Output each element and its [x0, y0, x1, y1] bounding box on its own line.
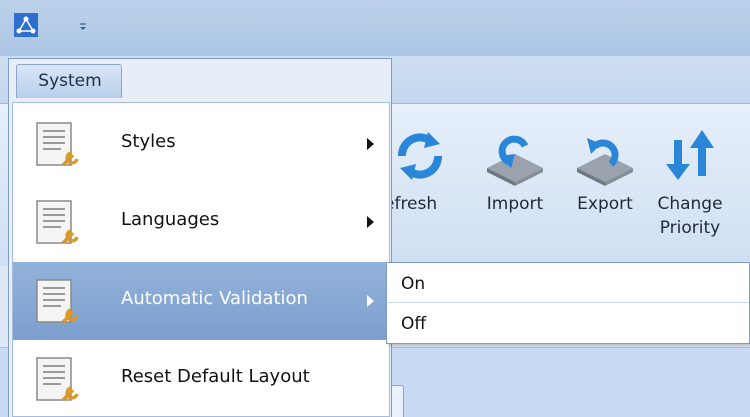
change-priority-button[interactable]: Change Priority	[650, 104, 730, 266]
automatic-validation-submenu: On Off	[386, 262, 750, 344]
title-bar	[0, 0, 750, 56]
system-tab-label: System	[38, 71, 102, 91]
system-menu-list: Styles Languages Automatic Validation Re…	[12, 102, 390, 417]
menu-item-label: Automatic Validation	[121, 288, 308, 309]
change-priority-icon	[666, 130, 714, 180]
system-tab[interactable]: System	[16, 64, 122, 98]
import-button[interactable]: Import	[475, 104, 555, 266]
submenu-arrow-icon	[367, 216, 374, 228]
settings-document-icon	[36, 200, 79, 245]
import-icon	[487, 135, 543, 186]
app-logo-icon[interactable]	[14, 13, 38, 37]
refresh-label: efresh	[384, 194, 438, 214]
submenu-arrow-icon	[367, 138, 374, 150]
submenu-item-label: On	[401, 274, 426, 294]
export-label: Export	[577, 194, 633, 214]
submenu-item-label: Off	[401, 314, 427, 334]
menu-item-label: Reset Default Layout	[121, 366, 310, 387]
submenu-item-off[interactable]: Off	[387, 305, 749, 343]
change-priority-label-line2: Priority	[659, 218, 721, 238]
import-label: Import	[486, 194, 544, 214]
refresh-button[interactable]: efresh	[380, 104, 460, 266]
menu-item-label: Styles	[121, 131, 176, 152]
settings-document-icon	[36, 357, 79, 402]
change-priority-label-line1: Change	[657, 194, 723, 214]
menu-item-languages[interactable]: Languages	[13, 183, 389, 261]
export-button[interactable]: Export	[565, 104, 645, 266]
settings-document-icon	[36, 279, 79, 324]
menu-item-automatic-validation[interactable]: Automatic Validation	[13, 262, 389, 340]
submenu-item-on[interactable]: On	[387, 265, 749, 303]
menu-item-reset-default-layout[interactable]: Reset Default Layout	[13, 340, 389, 417]
settings-document-icon	[36, 122, 79, 167]
menu-item-styles[interactable]: Styles	[13, 105, 389, 183]
menu-item-label: Languages	[121, 209, 220, 230]
submenu-arrow-icon	[367, 295, 374, 307]
refresh-icon	[398, 132, 442, 180]
export-icon	[577, 138, 633, 186]
quick-access-dropdown-icon[interactable]	[78, 22, 88, 32]
